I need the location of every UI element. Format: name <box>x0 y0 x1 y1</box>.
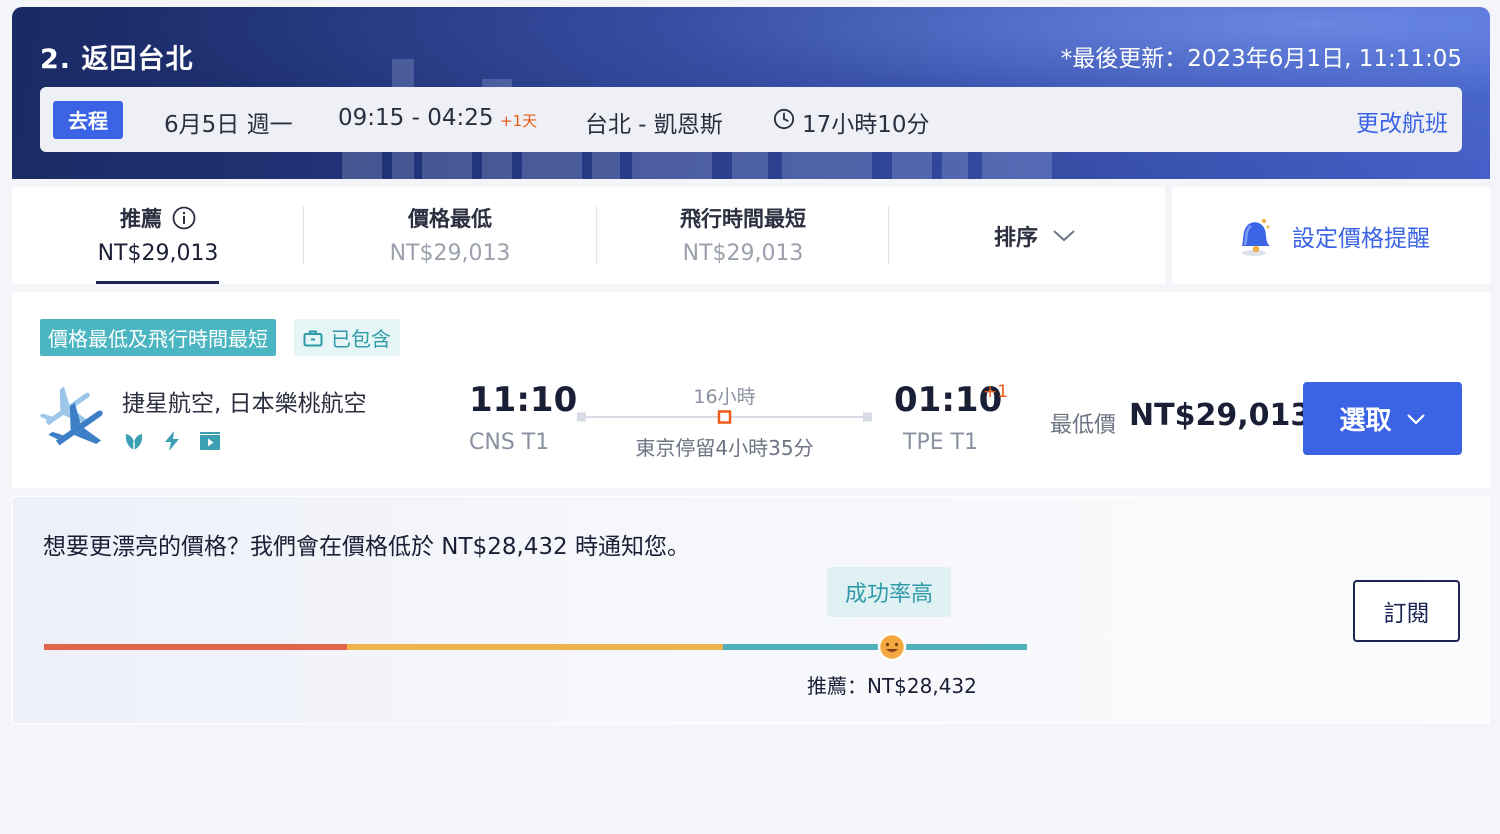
header-banner: 2. 返回台北 *最後更新：2023年6月1日, 11:11:05 去程 6月5… <box>12 7 1490 179</box>
subscribe-button[interactable]: 訂閱 <box>1353 580 1460 642</box>
baggage-included-tag: 已包含 <box>294 319 400 356</box>
power-icon <box>165 431 179 451</box>
price-range-bar-high <box>44 644 347 650</box>
airline-logo-icon <box>40 386 103 446</box>
price-range-bar-low <box>723 644 1027 650</box>
tab-fastest[interactable]: 飛行時間最短 NT$29,013 <box>597 187 889 284</box>
tab-price: NT$29,013 <box>682 241 804 266</box>
info-icon[interactable] <box>172 206 196 230</box>
price-alert-label: 設定價格提醒 <box>1292 225 1430 252</box>
smiley-icon[interactable] <box>877 632 907 662</box>
sort-dropdown[interactable]: 排序 <box>889 187 1181 284</box>
arrival-airport: TPE T1 <box>903 430 979 455</box>
amenity-icons <box>122 429 222 453</box>
best-flight-tag: 價格最低及飛行時間最短 <box>40 319 276 356</box>
active-tab-indicator <box>96 281 219 284</box>
departure-airport: CNS T1 <box>469 430 550 455</box>
price-watch-message: 想要更漂亮的價格？我們會在價格低於 NT$28,432 時通知您。 <box>43 534 690 560</box>
tab-label: 價格最低 <box>408 207 492 231</box>
success-rate-label: 成功率高 <box>827 567 951 617</box>
price-range-bar-mid <box>347 644 723 650</box>
airline-names: 捷星航空, 日本樂桃航空 <box>122 391 367 417</box>
tab-price: NT$29,013 <box>97 241 219 266</box>
tab-recommended[interactable]: 推薦 NT$29,013 <box>12 187 304 284</box>
page-title: 2. 返回台北 <box>40 44 194 75</box>
trip-duration: 17小時10分 <box>802 112 930 138</box>
tab-cheapest[interactable]: 價格最低 NT$29,013 <box>304 187 596 284</box>
route-timeline <box>577 410 872 424</box>
departure-time: 11:10 <box>469 380 578 420</box>
tab-price: NT$29,013 <box>389 241 511 266</box>
outbound-badge: 去程 <box>53 100 123 139</box>
clock-icon <box>773 108 795 130</box>
baggage-icon <box>303 330 323 346</box>
trip-time-range: 09:15 - 04:25 <box>338 105 494 131</box>
flight-price: NT$29,013 <box>1129 398 1312 433</box>
arrival-next-day-indicator: +1 <box>983 382 1009 402</box>
trip-summary-bar: 去程 6月5日 週一 09:15 - 04:25 +1天 台北 - 凱恩斯 17… <box>40 87 1462 152</box>
flight-result-card[interactable]: 價格最低及飛行時間最短 已包含 捷星航空, 日本樂桃航空 11:10 CNS T… <box>12 292 1490 488</box>
tab-label: 飛行時間最短 <box>680 207 806 231</box>
chevron-down-icon <box>1053 229 1075 241</box>
recommended-price-label: 推薦：NT$28,432 <box>807 674 977 698</box>
price-watch-panel: 想要更漂亮的價格？我們會在價格低於 NT$28,432 時通知您。 成功率高 推… <box>12 496 1490 724</box>
baggage-included-label: 已包含 <box>331 327 391 351</box>
select-flight-button[interactable]: 選取 <box>1303 382 1462 455</box>
tab-label: 推薦 <box>120 207 162 231</box>
stopover-info: 東京停留4小時35分 <box>635 436 814 460</box>
entertainment-icon <box>200 432 220 450</box>
change-flight-link[interactable]: 更改航班 <box>1356 104 1448 138</box>
set-price-alert-button[interactable]: 設定價格提醒 <box>1172 187 1490 284</box>
sort-tabs: 推薦 NT$29,013 價格最低 NT$29,013 飛行時間最短 NT$29… <box>12 187 1165 284</box>
price-label: 最低價 <box>1050 413 1117 438</box>
trip-route: 台北 - 凱恩斯 <box>585 112 723 138</box>
sort-label: 排序 <box>993 225 1038 251</box>
select-button-label: 選取 <box>1339 406 1392 436</box>
next-day-indicator: +1天 <box>500 112 538 130</box>
trip-date: 6月5日 週一 <box>164 112 293 138</box>
last-updated-text: *最後更新：2023年6月1日, 11:11:05 <box>1060 46 1462 72</box>
leaf-icon <box>125 434 143 450</box>
bell-icon <box>1242 218 1270 256</box>
chevron-down-icon <box>1406 413 1425 425</box>
total-duration: 16小時 <box>693 386 756 408</box>
